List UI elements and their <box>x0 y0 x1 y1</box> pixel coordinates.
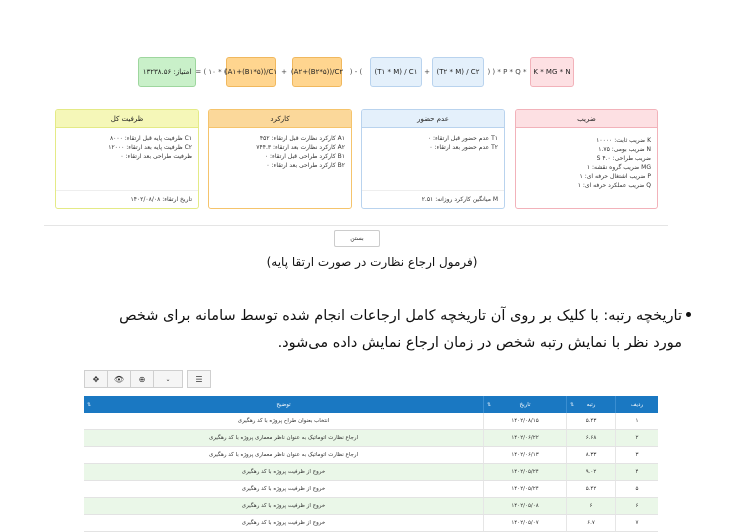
sort-icon[interactable]: ⇅ <box>487 402 491 408</box>
zoom-icon[interactable]: ⊕ <box>130 370 154 388</box>
sort-icon[interactable]: ⇅ <box>87 402 91 408</box>
rank-cell: ۶.۶۸ <box>566 430 615 446</box>
card-line: P ضریب اشتغال حرفه ای: ۱ <box>579 173 651 180</box>
description-cell: خروج از ظرفیت پروژه با کد رهگیری <box>241 486 326 492</box>
rank-history-paragraph: تاریخچه رتبه: با کلیک بر روی آن تاریخچه … <box>119 308 682 351</box>
card-coefficient: ضریب K ضریب ثابت: ۱۰۰۰۰ N ضریب بومی: ۱.۷… <box>515 109 658 209</box>
table-toolbar: ✥ 👁 ⊕ ⌄ ☰ <box>84 370 211 388</box>
close-button[interactable]: بستن <box>334 230 380 247</box>
chevron-down-icon[interactable]: ⌄ <box>153 370 183 388</box>
card-line: MG ضریب گروه نقشه: ۱ <box>586 164 651 171</box>
rank-cell: ۶ <box>566 498 615 514</box>
table-row[interactable]: ۵ ۵.۴۲ ۱۴۰۲/۰۵/۲۴ خروج از ظرفیت پروژه با کد… <box>84 481 658 498</box>
row-number-cell: ۱ <box>615 413 658 429</box>
formula-operator-mid: ) - ( <box>349 68 363 76</box>
formula-result: امتیاز: ۱۳۲۳۸.۵۶ <box>138 57 196 87</box>
header-label: تاریخ <box>519 401 531 408</box>
table-row[interactable]: ۶ ۶ ۱۴۰۲/۰۵/۰۸ خروج از ظرفیت پروژه با کد ره… <box>84 498 658 515</box>
sort-icon[interactable]: ⇅ <box>570 402 574 408</box>
card-line: A۱ کارکرد نظارت قبل ارتقاء: ۴۵۲ <box>259 135 345 142</box>
description-cell: خروج از ظرفیت پروژه با کد رهگیری <box>241 520 326 526</box>
formula-operator-plus-2: + <box>424 68 430 76</box>
description-cell: ارجاع نظارت اتوماتیک به عنوان ناظر معمار… <box>208 435 359 441</box>
header-description[interactable]: توضیح ⇅ <box>84 396 483 413</box>
row-number-cell: ۵ <box>615 481 658 497</box>
date-cell: ۱۴۰۲/۰۵/۰۷ <box>483 515 566 531</box>
card-total-capacity: ظرفیت کل C۱ ظرفیت پایه قبل ارتقاء: ۸۰۰۰ … <box>55 109 199 209</box>
table-body: ۱ ۵.۴۳ ۱۴۰۲/۰۸/۱۵ انتخاب بعنوان طراح پروژه … <box>84 413 658 532</box>
table-row[interactable]: ۱ ۵.۴۳ ۱۴۰۲/۰۸/۱۵ انتخاب بعنوان طراح پروژه … <box>84 413 658 430</box>
header-label: توضیح <box>276 401 291 408</box>
card-line: B۱ کارکرد طراحی قبل ارتقاء: ۰ <box>264 153 345 160</box>
date-cell: ۱۴۰۲/۰۵/۰۸ <box>483 498 566 514</box>
rank-cell: ۵.۴۲ <box>566 481 615 497</box>
date-cell: ۱۴۰۲/۰۸/۱۵ <box>483 413 566 429</box>
formula-term-t2: (T۲ * M) / C۲ <box>432 57 484 87</box>
daily-average: M میانگین کارکرد روزانه: ۲.۵۱ <box>362 190 504 208</box>
date-cell: ۱۴۰۲/۰۶/۲۲ <box>483 430 566 446</box>
header-rank[interactable]: رتبه ⇅ <box>566 396 615 413</box>
card-performance: کارکرد A۱ کارکرد نظارت قبل ارتقاء: ۴۵۲ A… <box>208 109 352 209</box>
card-coefficient-title: ضریب <box>516 110 657 128</box>
card-line: K ضریب ثابت: ۱۰۰۰۰ <box>596 137 651 144</box>
date-cell: ۱۴۰۲/۰۶/۱۳ <box>483 447 566 463</box>
card-line: A۲ کارکرد نظارت بعد ارتقاء: ۷۴۴.۳ <box>256 144 345 151</box>
move-icon[interactable]: ✥ <box>84 370 108 388</box>
table-row[interactable]: ۳ ۸.۳۳ ۱۴۰۲/۰۶/۱۳ ارجاع نظارت اتوماتیک به ع… <box>84 447 658 464</box>
card-absence: عدم حضور T۱ عدم حضور قبل ارتقاء: ۰ T۲ عد… <box>361 109 505 209</box>
card-absence-title: عدم حضور <box>362 110 504 128</box>
formula-term-a2: (A۲+(B۲*۵))/C۲ <box>291 57 343 87</box>
header-label: ردیف <box>630 401 644 408</box>
date-cell: ۱۴۰۲/۰۵/۲۴ <box>483 464 566 480</box>
row-number-cell: ۷ <box>615 515 658 531</box>
table-row[interactable]: ۷ ۶.۷ ۱۴۰۲/۰۵/۰۷ خروج از ظرفیت پروژه با کد … <box>84 515 658 532</box>
table-header: ردیف رتبه ⇅ تاریخ ⇅ توضیح ⇅ <box>84 396 658 413</box>
rank-cell: ۸.۳۳ <box>566 447 615 463</box>
formula-strip: امتیاز: ۱۳۲۳۸.۵۶ = ( ۱۰ * ( (A۱+(B۱*۵))/… <box>138 57 574 87</box>
description-cell: خروج از ظرفیت پروژه با کد رهگیری <box>241 469 326 475</box>
card-line: T۲ عدم حضور بعد ارتقاء: ۰ <box>429 144 498 151</box>
formula-operator-open: = ( ۱۰ * ( <box>195 68 227 76</box>
header-label: رتبه <box>586 401 596 408</box>
formula-operator-plus-1: + <box>281 68 287 76</box>
card-performance-title: کارکرد <box>209 110 351 128</box>
upgrade-date: تاریخ ارتقاء: ۱۴۰۲/۰۸/۰۸ <box>56 190 198 208</box>
rank-cell: ۶.۷ <box>566 515 615 531</box>
formula-term-t1: (T۱ * M) / C۱ <box>370 57 422 87</box>
rank-cell: ۵.۴۳ <box>566 413 615 429</box>
formula-term-a1: (A۱+(B۱*۵))/C۱ <box>225 57 277 87</box>
row-number-cell: ۲ <box>615 430 658 446</box>
rank-history-table: ردیف رتبه ⇅ تاریخ ⇅ توضیح ⇅ ۱ ۵.۴۳ ۱۴۰۲/۰۸/۱۵… <box>84 396 658 532</box>
row-number-cell: ۳ <box>615 447 658 463</box>
card-line: N ضریب بومی: ۱.۷۵ <box>598 146 651 153</box>
formula-term-k: K * MG * N <box>530 57 574 87</box>
header-date[interactable]: تاریخ ⇅ <box>483 396 566 413</box>
card-line: C۲ ظرفیت پایه بعد ارتقاء: ۱۲۰۰۰ <box>108 144 192 151</box>
figure-caption: (فرمول ارجاع نظارت در صورت ارتقا پایه) <box>266 255 478 269</box>
card-line: C۱ ظرفیت پایه قبل ارتقاء: ۸۰۰۰ <box>109 135 192 142</box>
card-line: Q ضریب عملکرد حرفه ای: ۱ <box>577 182 651 189</box>
eye-icon[interactable]: 👁 <box>107 370 131 388</box>
rank-cell: ۹.۰۲ <box>566 464 615 480</box>
divider <box>44 225 668 226</box>
row-number-cell: ۶ <box>615 498 658 514</box>
card-line: ظرفیت طراحی بعد ارتقاء: ۰ <box>120 153 192 160</box>
row-number-cell: ۴ <box>615 464 658 480</box>
description-cell: انتخاب بعنوان طراح پروژه با کد رهگیری <box>237 418 330 424</box>
card-line: ضریب طراحی: ۴.۰ S <box>596 155 651 162</box>
description-cell: ارجاع نظارت اتوماتیک به عنوان ناظر معمار… <box>208 452 359 458</box>
table-row[interactable]: ۲ ۶.۶۸ ۱۴۰۲/۰۶/۲۲ ارجاع نظارت اتوماتیک به ع… <box>84 430 658 447</box>
card-line: T۱ عدم حضور قبل ارتقاء: ۰ <box>427 135 498 142</box>
header-row-number[interactable]: ردیف <box>615 396 658 413</box>
formula-operator-close: ) ) * P * Q * <box>487 68 527 76</box>
card-line: B۲ کارکرد طراحی بعد ارتقاء: ۰ <box>266 162 345 169</box>
date-cell: ۱۴۰۲/۰۵/۲۴ <box>483 481 566 497</box>
list-icon[interactable]: ☰ <box>187 370 211 388</box>
card-total-capacity-title: ظرفیت کل <box>56 110 198 128</box>
description-cell: خروج از ظرفیت پروژه با کد رهگیری <box>241 503 326 509</box>
table-row[interactable]: ۴ ۹.۰۲ ۱۴۰۲/۰۵/۲۴ خروج از ظرفیت پروژه با کد… <box>84 464 658 481</box>
